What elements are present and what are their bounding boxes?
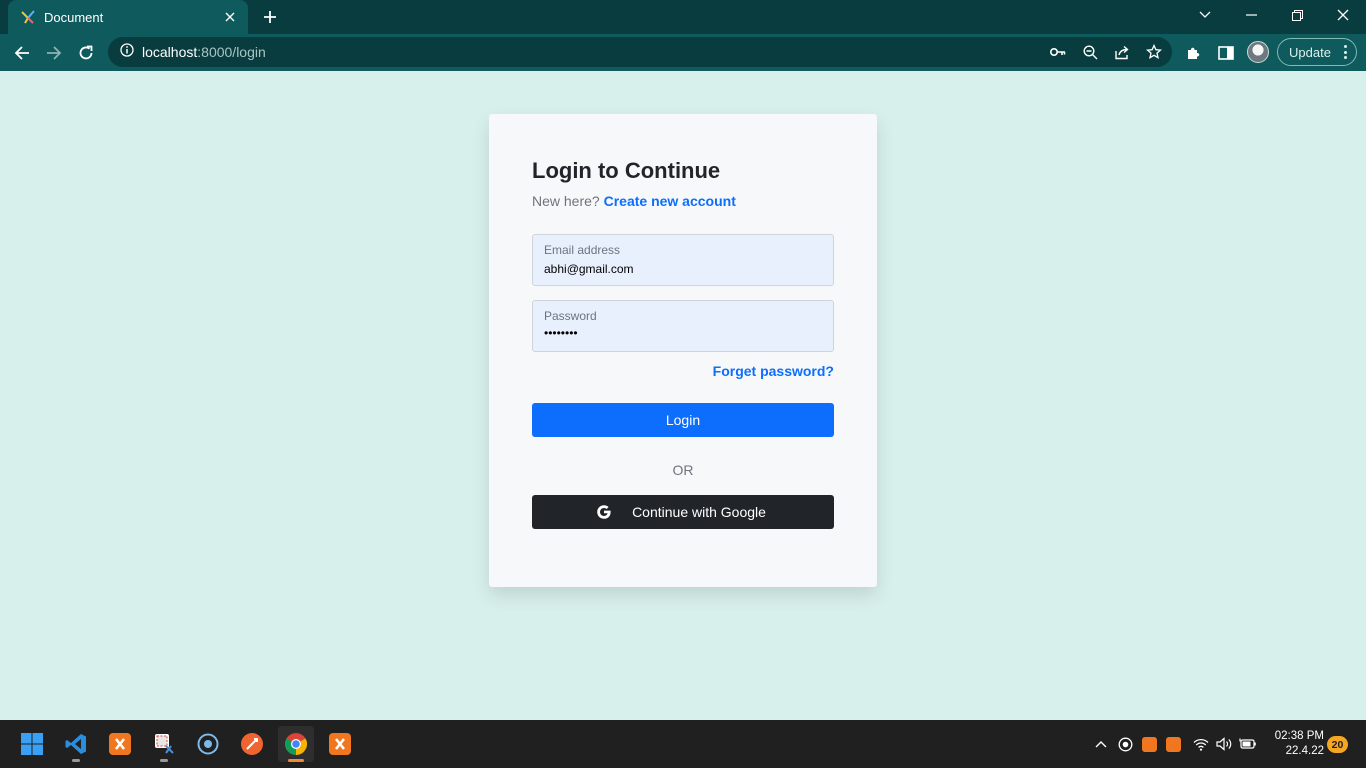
xampp-tray-icon[interactable] (1139, 734, 1159, 754)
zoom-out-icon[interactable] (1076, 38, 1104, 66)
login-card: Login to Continue New here? Create new a… (489, 114, 877, 587)
email-field[interactable]: Email address abhi@gmail.com (532, 234, 834, 286)
notification-badge[interactable]: 20 (1327, 736, 1348, 753)
xampp-icon[interactable] (102, 726, 138, 762)
google-login-button[interactable]: Continue with Google (532, 495, 834, 529)
forward-arrow-icon[interactable] (40, 39, 68, 67)
running-indicator (160, 759, 168, 762)
clock-date: 22.4.22 (1285, 745, 1324, 757)
running-indicator (72, 759, 80, 762)
record-icon[interactable] (1115, 734, 1135, 754)
tab-title: Document (44, 9, 104, 25)
new-here-text: New here? (532, 193, 600, 209)
or-divider: OR (672, 462, 694, 478)
bookmark-star-icon[interactable] (1140, 38, 1168, 66)
page-title: Login to Continue (532, 158, 721, 183)
email-label: Email address (544, 243, 621, 257)
show-hidden-icons-chevron-icon[interactable] (1091, 734, 1111, 754)
clock[interactable]: 02:38 PM 22.4.22 (1262, 729, 1324, 759)
share-icon[interactable] (1108, 38, 1136, 66)
more-menu-icon[interactable] (1343, 45, 1347, 59)
xampp-tray-icon-2[interactable] (1163, 734, 1183, 754)
email-value[interactable]: abhi@gmail.com (544, 262, 634, 276)
google-icon (597, 505, 611, 519)
vscode-icon[interactable] (58, 726, 94, 762)
key-icon[interactable] (1044, 38, 1072, 66)
active-indicator (288, 759, 304, 762)
url-host: localhost (142, 44, 198, 60)
windows-start-icon[interactable] (14, 726, 50, 762)
snipping-tool-icon[interactable] (146, 726, 182, 762)
create-account-link[interactable]: Create new account (604, 193, 736, 209)
postman-icon[interactable] (234, 726, 270, 762)
new-tab-icon[interactable] (258, 6, 282, 28)
restore-icon[interactable] (1274, 0, 1320, 30)
google-button-label: Continue with Google (632, 504, 766, 520)
password-label: Password (544, 309, 597, 323)
profile-avatar[interactable] (1247, 41, 1269, 63)
browser-tab[interactable]: Document (8, 0, 248, 34)
extensions-puzzle-icon[interactable] (1180, 39, 1208, 67)
forget-password-link[interactable]: Forget password? (713, 363, 834, 379)
tab-close-icon[interactable] (222, 9, 238, 25)
browser-toolbar: localhost:8000/login Update (0, 34, 1366, 71)
url-text: localhost:8000/login (142, 44, 266, 60)
back-arrow-icon[interactable] (8, 39, 36, 67)
windows-taskbar: 02:38 PM 22.4.22 20 (0, 720, 1366, 768)
side-panel-icon[interactable] (1212, 39, 1240, 67)
password-field[interactable]: Password •••••••• (532, 300, 834, 352)
tab-search-chevron-icon[interactable] (1182, 0, 1228, 30)
browser-title-bar: Document (0, 0, 1366, 34)
signup-prompt: New here? Create new account (532, 193, 736, 209)
document-favicon-icon (20, 9, 36, 25)
login-button[interactable]: Login (532, 403, 834, 437)
update-label: Update (1289, 44, 1331, 60)
battery-icon[interactable] (1238, 734, 1258, 754)
wifi-icon[interactable] (1191, 734, 1211, 754)
xampp-icon-2[interactable] (322, 726, 358, 762)
cortana-icon[interactable] (190, 726, 226, 762)
site-info-icon[interactable] (120, 42, 134, 62)
update-button[interactable]: Update (1277, 38, 1357, 66)
volume-icon[interactable] (1214, 734, 1234, 754)
url-path: :8000/login (197, 44, 266, 60)
chrome-icon[interactable] (278, 726, 314, 762)
reload-icon[interactable] (72, 39, 100, 67)
close-window-icon[interactable] (1320, 0, 1366, 30)
clock-time: 02:38 PM (1274, 730, 1324, 742)
password-value[interactable]: •••••••• (544, 326, 578, 340)
address-bar[interactable]: localhost:8000/login (108, 37, 1172, 67)
minimize-icon[interactable] (1228, 0, 1274, 30)
